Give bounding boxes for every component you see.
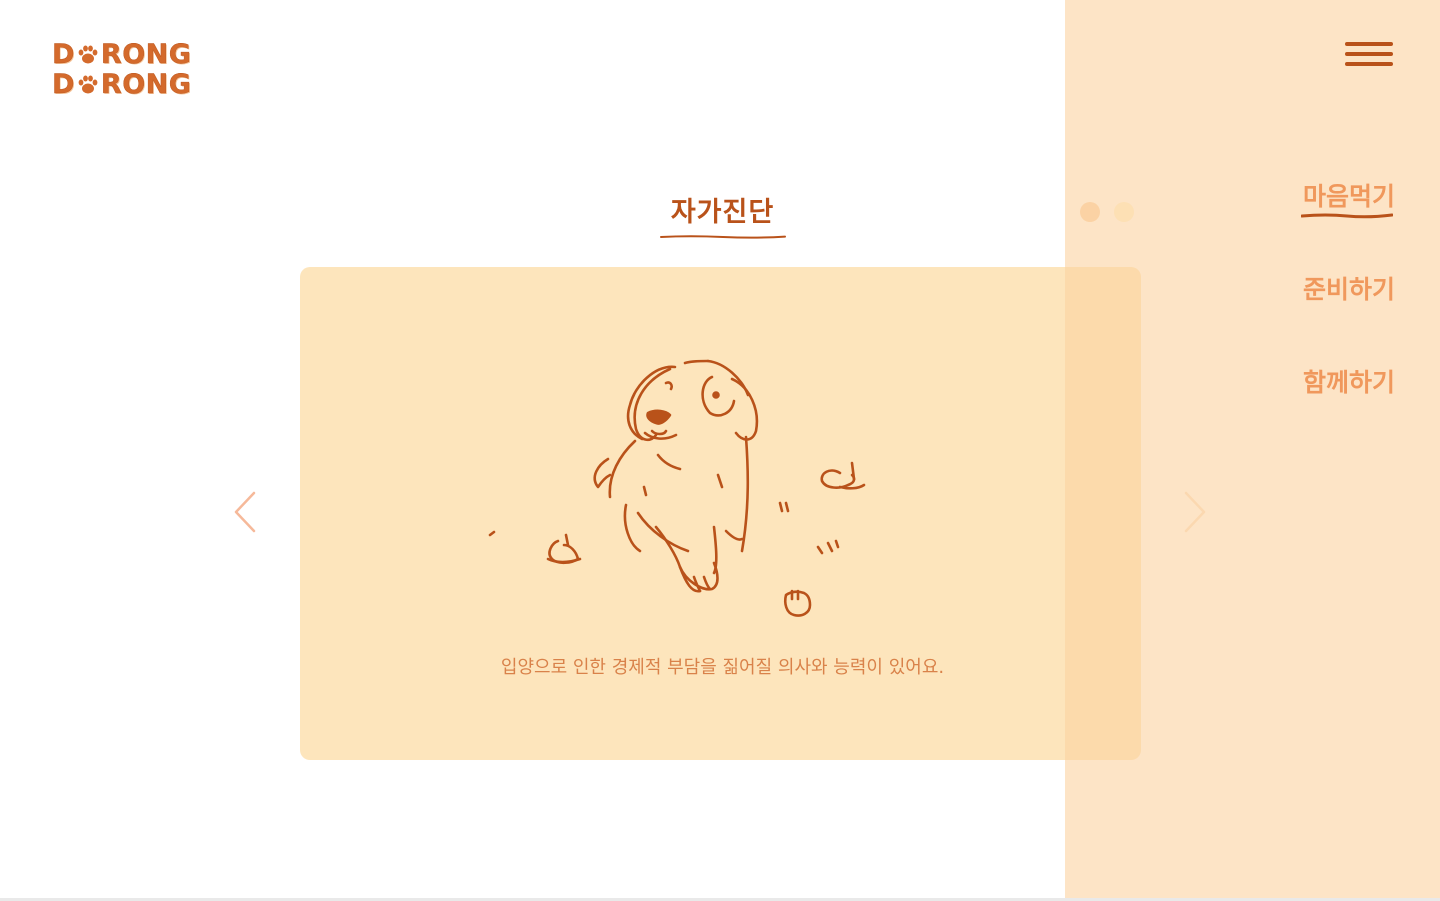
- brand-logo[interactable]: D RONG D RONG: [52, 39, 202, 102]
- nav-item-label: 마음먹기: [1302, 182, 1395, 211]
- nav-active-underline: [1301, 213, 1393, 219]
- logo-letter-d: D: [52, 69, 75, 100]
- logo-letter-d: D: [52, 39, 75, 70]
- pagination-dot-2[interactable]: [1114, 202, 1134, 222]
- hamburger-line: [1345, 42, 1393, 46]
- logo-line-1: D RONG: [52, 39, 202, 70]
- side-nav: 마음먹기 준비하기 함께하기: [1301, 180, 1395, 459]
- diagnosis-caption: 입양으로 인한 경제적 부담을 짊어질 의사와 능력이 있어요.: [500, 657, 945, 678]
- page: D RONG D RONG 자가진단 입양으로 인한 경제적 부담을 짊어질 의…: [0, 0, 1440, 901]
- logo-line-2: D RONG: [52, 69, 202, 100]
- nav-item-label: 함께하기: [1302, 368, 1395, 397]
- dog-illustration: [488, 359, 866, 617]
- nav-item-maeum[interactable]: 마음먹기: [1301, 180, 1395, 273]
- hamburger-line: [1345, 62, 1393, 66]
- nav-item-hamkke[interactable]: 함께하기: [1303, 366, 1395, 459]
- paw-icon: [78, 75, 98, 94]
- section-title: 자가진단: [620, 190, 825, 239]
- title-underline: [660, 235, 786, 239]
- diagnosis-card: 입양으로 인한 경제적 부담을 짊어질 의사와 능력이 있어요.: [300, 267, 1141, 760]
- chevron-left-icon[interactable]: [232, 490, 258, 534]
- nav-item-label: 준비하기: [1302, 275, 1395, 304]
- pagination-dot-1[interactable]: [1080, 202, 1100, 222]
- nav-item-junbi[interactable]: 준비하기: [1303, 273, 1395, 366]
- page-title: 자가진단: [670, 197, 775, 228]
- hamburger-line: [1345, 52, 1393, 56]
- logo-word-rong: RONG: [100, 39, 192, 70]
- logo-word-rong: RONG: [100, 69, 192, 100]
- paw-icon: [78, 45, 98, 64]
- hamburger-menu-icon[interactable]: [1345, 42, 1393, 70]
- carousel-pagination: [1080, 202, 1134, 222]
